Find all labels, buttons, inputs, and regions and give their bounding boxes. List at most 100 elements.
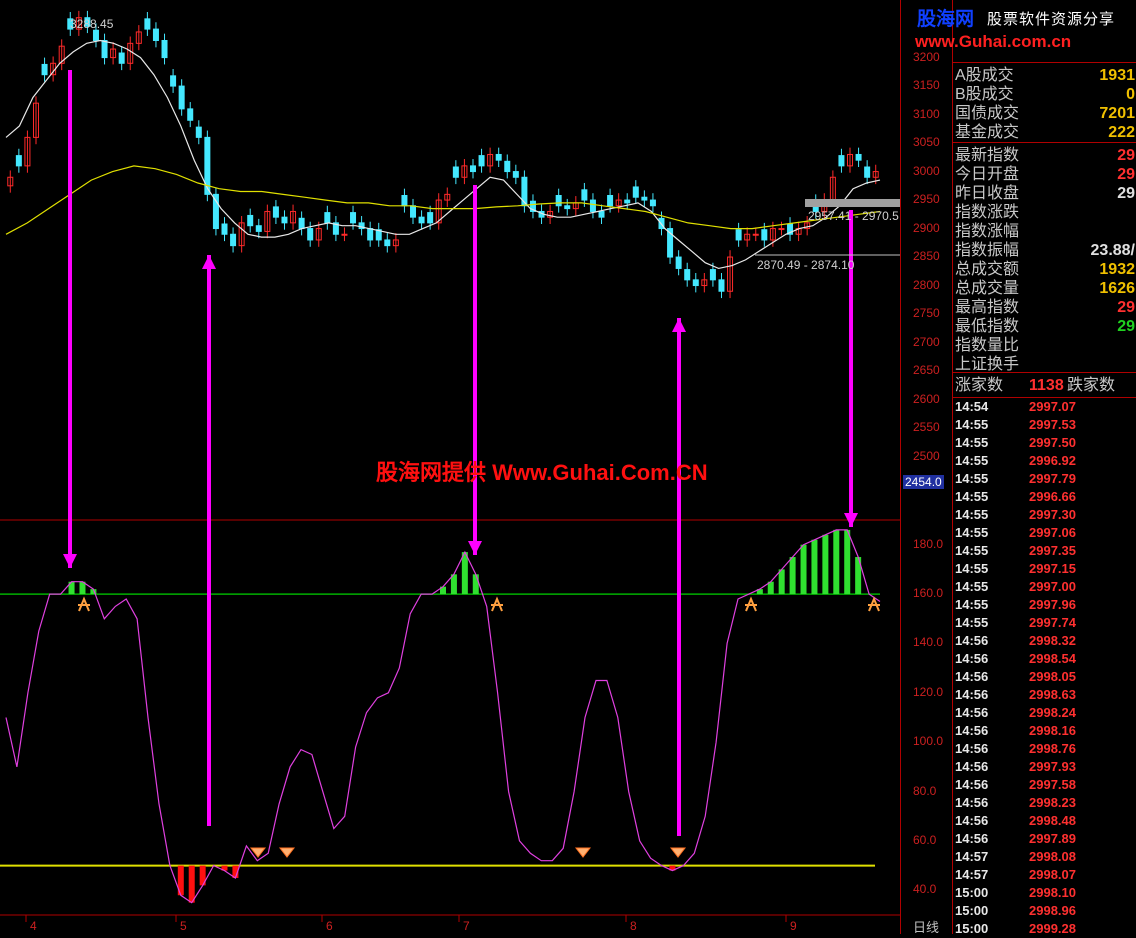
tick-price: 2997.50 [1029, 435, 1076, 450]
quote-row: 指数涨幅 [953, 222, 1136, 241]
candle-body [307, 228, 314, 241]
quote-key: 国债成交 [955, 105, 1020, 122]
watermark-text: 股海网提供 Www.Guhai.Com.CN [376, 460, 708, 485]
range-label-lower: 2870.49 - 2874.10 [757, 258, 855, 272]
tick-price: 2999.28 [1029, 921, 1076, 936]
tick-time: 14:56 [955, 687, 989, 702]
candle-body [469, 165, 476, 173]
quote-key: 指数振幅 [955, 242, 1020, 259]
quote-key: 最高指数 [955, 299, 1020, 316]
price-axis-label: 2650 [913, 363, 940, 378]
quote-key: 总成交量 [955, 280, 1020, 297]
tick-row: 14:55 2997.00 [953, 578, 1136, 596]
running-man-icon [745, 596, 757, 612]
tick-time: 14:56 [955, 759, 989, 774]
quote-row: 指数涨跌 [953, 203, 1136, 222]
tick-time: 14:55 [955, 489, 989, 504]
quote-key: 总成交额 [955, 261, 1020, 278]
price-axis-label: 2700 [913, 334, 940, 349]
indicator-green-bar [800, 544, 807, 595]
price-axis-label: 2850 [913, 249, 940, 264]
tick-price: 2998.63 [1029, 687, 1076, 702]
tick-price: 2997.58 [1029, 777, 1076, 792]
quote-value: 29 [1117, 185, 1135, 202]
indicator-axis-label: 120.0 [913, 684, 944, 699]
tick-price: 2997.35 [1029, 543, 1076, 558]
tick-price: 2998.96 [1029, 903, 1076, 918]
tick-row: 14:56 2998.24 [953, 704, 1136, 722]
tick-price: 2997.00 [1029, 579, 1076, 594]
candle-body [195, 126, 202, 138]
slow-moving-average-line [5, 165, 881, 235]
tick-time: 14:54 [955, 399, 989, 414]
indicator-green-bar [778, 569, 785, 595]
tick-time: 14:56 [955, 741, 989, 756]
high-price-label: 3288.45 [70, 17, 114, 31]
candle-body [230, 233, 237, 247]
candle-body [581, 189, 588, 201]
candle-body [855, 153, 862, 161]
quote-key: 今日开盘 [955, 166, 1020, 183]
indicator-axis-label: 60.0 [913, 832, 937, 847]
tick-time: 14:56 [955, 669, 989, 684]
candle-body [427, 212, 434, 224]
x-tick-label: 5 [180, 919, 187, 933]
tick-row: 14:55 2997.74 [953, 614, 1136, 632]
indicator-green-bar [789, 557, 796, 595]
tick-time: 14:55 [955, 597, 989, 612]
quote-value: 29 [1117, 299, 1135, 316]
updown-row: 涨家数 1138 跌家数 [953, 376, 1136, 395]
tick-time: 14:55 [955, 417, 989, 432]
tick-time: 14:55 [955, 435, 989, 450]
tick-time: 14:57 [955, 849, 989, 864]
tick-price: 2998.16 [1029, 723, 1076, 738]
tick-time: 15:00 [955, 903, 989, 918]
price-axis-label: 3000 [913, 163, 940, 178]
tick-time: 14:55 [955, 507, 989, 522]
quote-value: 1931 [1099, 67, 1135, 84]
tick-row: 14:55 2997.96 [953, 596, 1136, 614]
tick-time: 14:55 [955, 471, 989, 486]
candle-body [144, 18, 151, 30]
candle-body [221, 223, 228, 235]
period-label[interactable]: 日线 [913, 917, 939, 936]
candle-body [324, 212, 331, 224]
tick-price: 2998.07 [1029, 867, 1076, 882]
candle-body [649, 199, 656, 207]
quote-key: 指数涨跌 [955, 204, 1020, 221]
tick-row: 14:56 2998.76 [953, 740, 1136, 758]
candle-body [367, 228, 374, 241]
candle-body [778, 228, 785, 231]
tick-time: 14:55 [955, 453, 989, 468]
candle-body [452, 166, 459, 178]
candle-body [281, 216, 288, 224]
indicator-axis-label: 100.0 [913, 734, 944, 749]
tick-time: 14:56 [955, 831, 989, 846]
quote-key: 基金成交 [955, 124, 1020, 141]
tick-price: 2998.05 [1029, 669, 1076, 684]
quote-row: A股成交 1931 [953, 66, 1136, 85]
sell-arrow-icon [63, 554, 77, 568]
quote-row: 最新指数 29 [953, 146, 1136, 165]
indicator-green-bar [461, 552, 468, 595]
indicator-axis-label: 160.0 [913, 586, 944, 601]
logo-url: www.Guhai.com.cn [915, 32, 1072, 51]
diamond-signal-icon [278, 847, 296, 858]
quote-key: B股成交 [955, 86, 1014, 103]
tick-time: 14:57 [955, 867, 989, 882]
candle-body [495, 153, 502, 161]
candle-body [341, 233, 348, 236]
quote-row: 昨日收盘 29 [953, 184, 1136, 203]
tick-price: 2997.30 [1029, 507, 1076, 522]
candle-body [709, 269, 716, 281]
quote-row: 总成交额 1932 [953, 260, 1136, 279]
tick-row: 14:56 2998.48 [953, 812, 1136, 830]
candle-body [692, 279, 699, 287]
quote-value: 23.88/ [1090, 242, 1135, 259]
candle-body [504, 160, 511, 173]
x-tick-label: 9 [790, 919, 797, 933]
candle-body [187, 108, 194, 121]
panel-separator [953, 142, 1136, 143]
sell-arrow-icon [468, 541, 482, 555]
indicator-line [5, 529, 881, 904]
